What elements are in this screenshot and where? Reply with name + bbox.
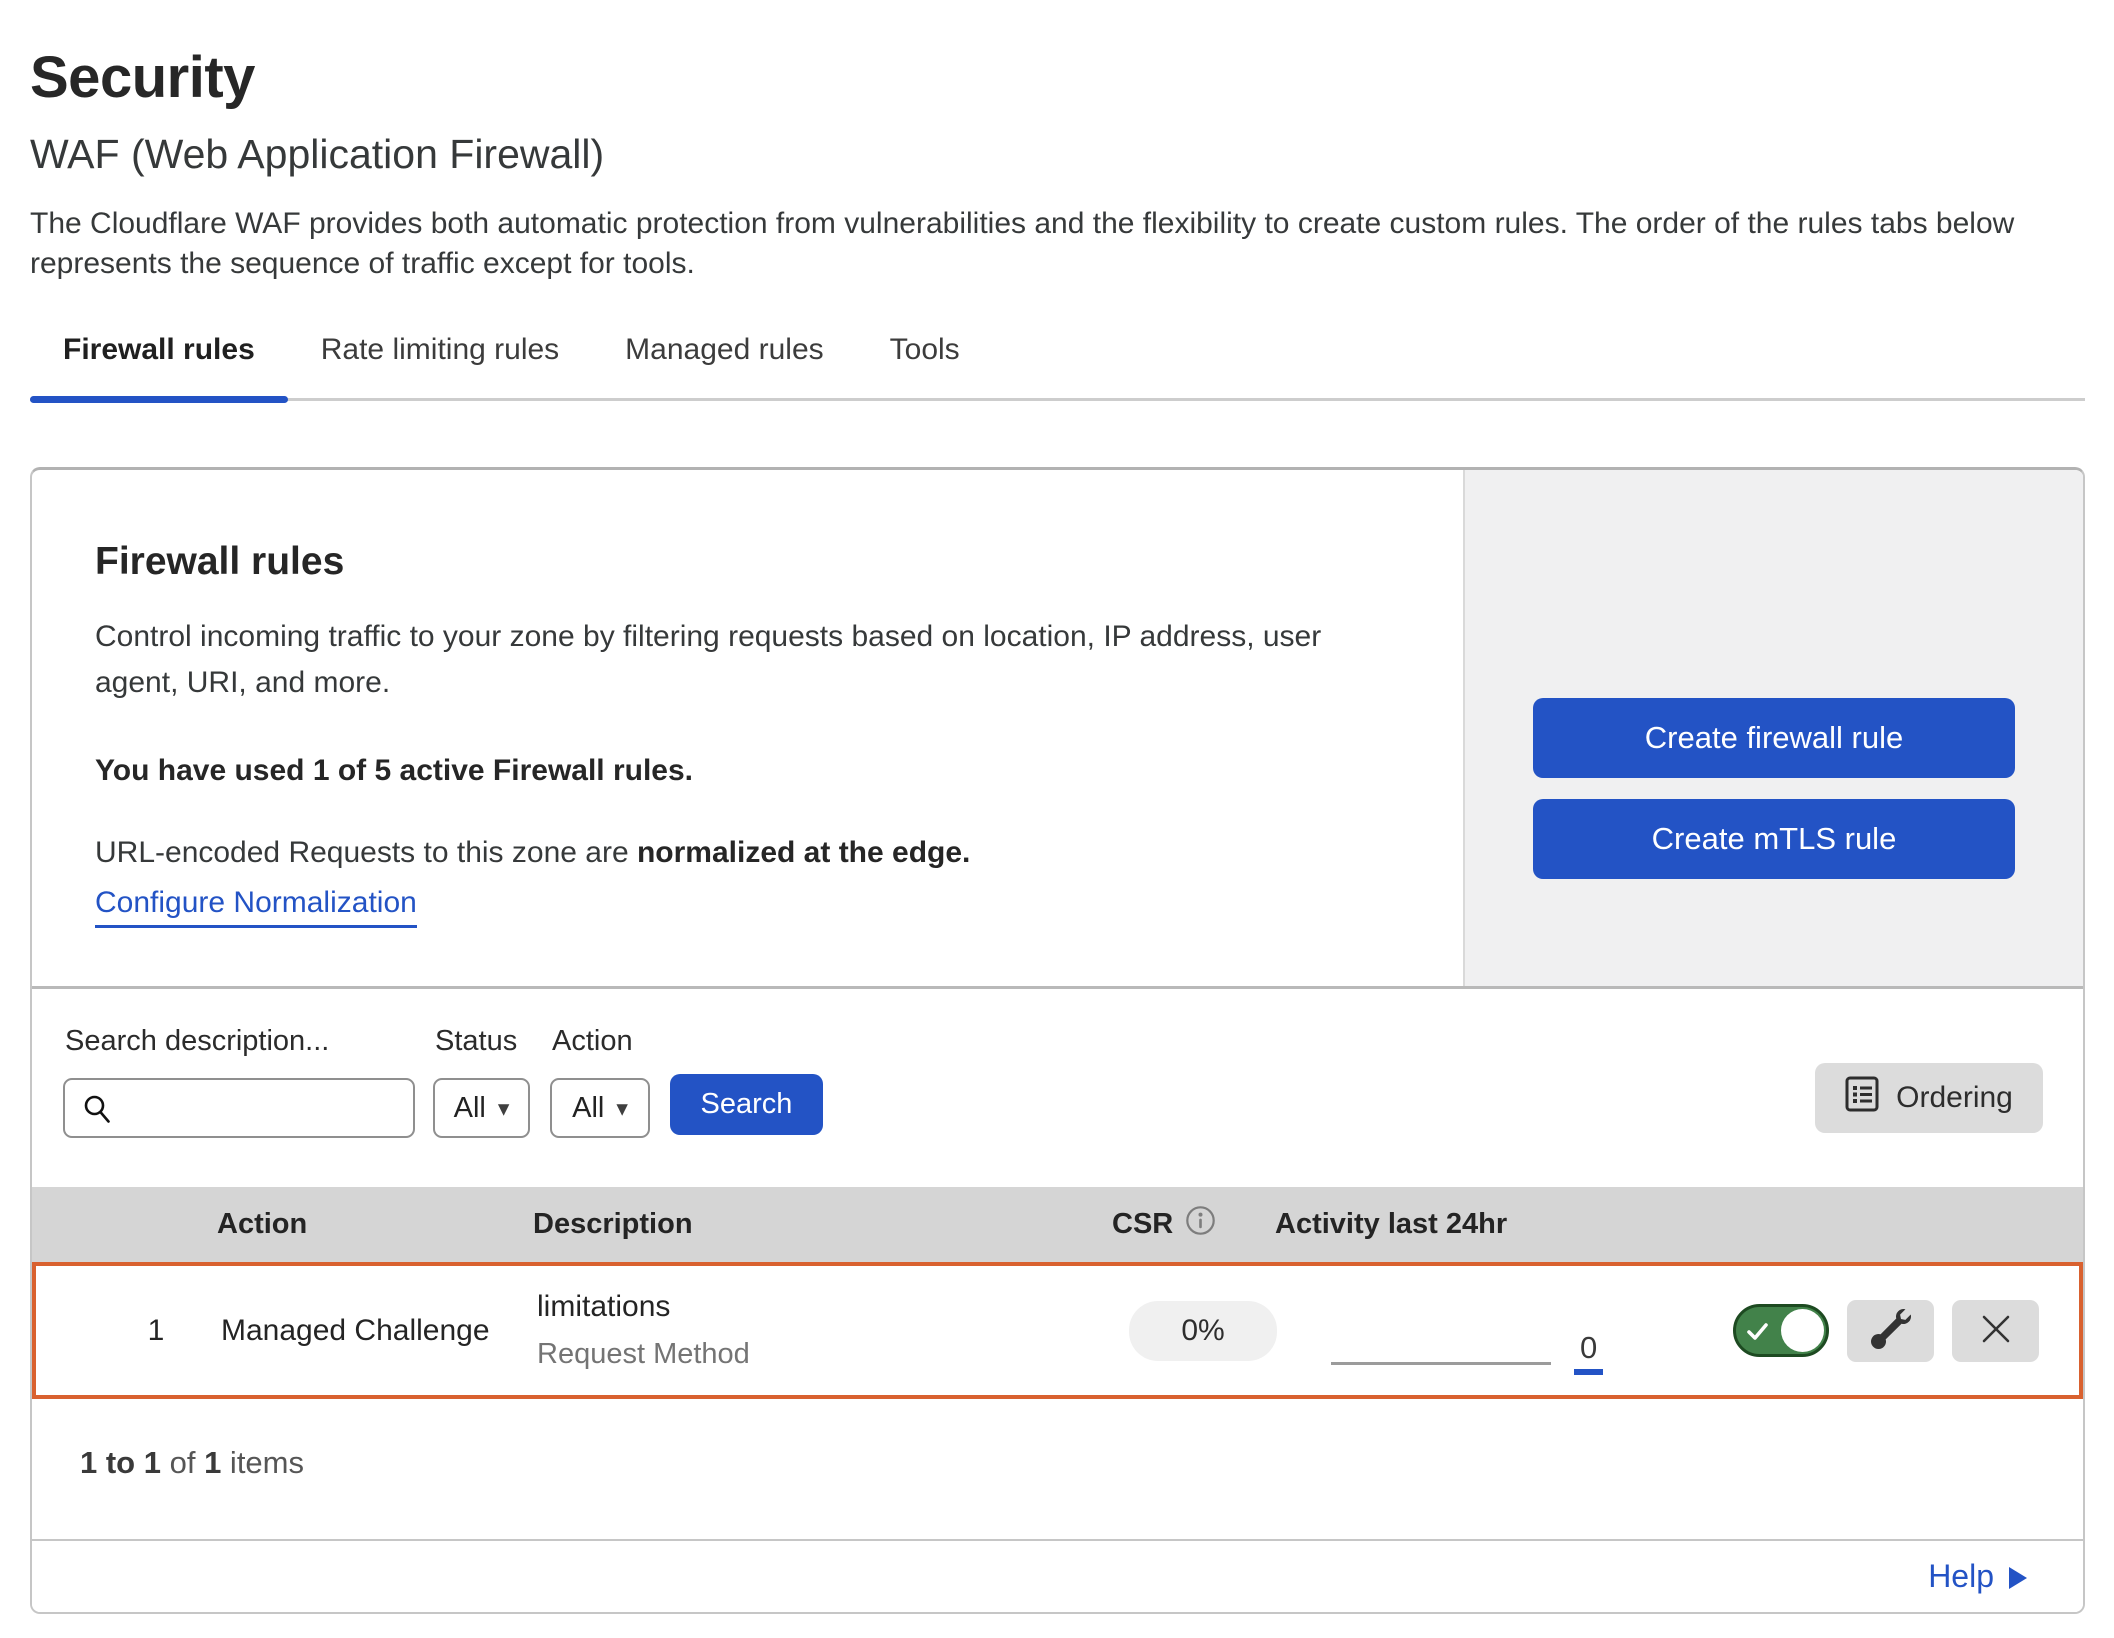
rule-enabled-toggle[interactable] bbox=[1733, 1304, 1829, 1357]
caret-down-icon: ▾ bbox=[616, 1097, 628, 1120]
status-select[interactable]: All ▾ bbox=[433, 1078, 530, 1138]
search-field-group: Search description... bbox=[63, 1025, 433, 1138]
help-link-label: Help bbox=[1928, 1558, 1994, 1595]
firewall-rules-info: Firewall rules Control incoming traffic … bbox=[32, 470, 1463, 986]
items-suffix: items bbox=[221, 1445, 304, 1480]
check-icon bbox=[1745, 1319, 1771, 1345]
rule-expression: Request Method bbox=[537, 1338, 1103, 1371]
tab-tools[interactable]: Tools bbox=[857, 332, 993, 398]
ordering-button-label: Ordering bbox=[1896, 1081, 2013, 1115]
rule-action: Managed Challenge bbox=[221, 1314, 537, 1348]
column-header-description: Description bbox=[533, 1208, 1099, 1241]
edit-rule-button[interactable] bbox=[1847, 1300, 1934, 1362]
rule-description-cell: limitations Request Method bbox=[537, 1290, 1103, 1371]
items-of: of bbox=[161, 1445, 204, 1480]
create-mtls-rule-button[interactable]: Create mTLS rule bbox=[1533, 799, 2015, 879]
card-heading: Firewall rules bbox=[95, 540, 1403, 584]
action-select[interactable]: All ▾ bbox=[550, 1078, 650, 1138]
action-label: Action bbox=[552, 1025, 670, 1058]
delete-rule-button[interactable] bbox=[1952, 1300, 2039, 1362]
action-select-value: All bbox=[572, 1092, 604, 1125]
tab-managed-rules[interactable]: Managed rules bbox=[592, 332, 856, 398]
column-header-csr: CSR bbox=[1099, 1205, 1275, 1244]
rule-activity-cell: 0 bbox=[1279, 1266, 1659, 1395]
normalization-text-plain: URL-encoded Requests to this zone are bbox=[95, 836, 637, 869]
pagination-summary: 1 to 1 of 1 items bbox=[32, 1399, 2083, 1541]
rules-table-header: Action Description CSR Activity last 24h… bbox=[32, 1187, 2083, 1262]
rule-priority: 1 bbox=[36, 1314, 221, 1348]
help-arrow-icon bbox=[2009, 1567, 2027, 1589]
firewall-rules-card: Firewall rules Control incoming traffic … bbox=[30, 467, 2085, 1614]
page-subtitle: WAF (Web Application Firewall) bbox=[30, 131, 2085, 178]
ordering-button[interactable]: Ordering bbox=[1815, 1063, 2043, 1133]
help-link[interactable]: Help bbox=[1928, 1558, 2027, 1595]
tab-firewall-rules-label: Firewall rules bbox=[63, 333, 255, 366]
search-button[interactable]: Search bbox=[670, 1074, 823, 1135]
security-waf-page: Security WAF (Web Application Firewall) … bbox=[0, 0, 2114, 1638]
caret-down-icon: ▾ bbox=[498, 1097, 510, 1120]
tab-managed-rules-label: Managed rules bbox=[625, 333, 823, 366]
toggle-knob bbox=[1781, 1309, 1824, 1352]
search-button-group: Search bbox=[670, 1025, 823, 1135]
normalization-text: URL-encoded Requests to this zone are no… bbox=[95, 836, 1403, 870]
tab-firewall-rules[interactable]: Firewall rules bbox=[30, 332, 288, 398]
rule-description: limitations bbox=[537, 1290, 1103, 1324]
activity-count-link[interactable]: 0 bbox=[1574, 1330, 1603, 1375]
rule-actions-panel: Create firewall rule Create mTLS rule bbox=[1463, 470, 2083, 986]
tab-tools-label: Tools bbox=[890, 333, 960, 366]
column-header-action: Action bbox=[217, 1208, 533, 1241]
rule-controls bbox=[1659, 1300, 2079, 1362]
page-description: The Cloudflare WAF provides both automat… bbox=[30, 204, 2050, 284]
normalization-text-bold: normalized at the edge. bbox=[637, 836, 970, 869]
firewall-rule-row[interactable]: 1 Managed Challenge limitations Request … bbox=[32, 1262, 2083, 1399]
column-header-activity: Activity last 24hr bbox=[1275, 1208, 1655, 1241]
status-select-value: All bbox=[454, 1092, 486, 1125]
search-label: Search description... bbox=[65, 1025, 433, 1058]
help-bar: Help bbox=[32, 1541, 2083, 1612]
close-icon bbox=[1979, 1312, 2013, 1349]
configure-normalization-link[interactable]: Configure Normalization bbox=[95, 886, 417, 928]
firewall-rules-summary-section: Firewall rules Control incoming traffic … bbox=[32, 470, 2083, 989]
status-filter-group: Status All ▾ bbox=[433, 1025, 550, 1138]
filter-bar: Search description... Status All ▾ bbox=[32, 989, 2083, 1187]
info-icon[interactable] bbox=[1185, 1205, 1216, 1244]
usage-text: You have used 1 of 5 active Firewall rul… bbox=[95, 754, 1403, 788]
tab-rate-limiting-rules[interactable]: Rate limiting rules bbox=[288, 332, 592, 398]
ordering-list-icon bbox=[1845, 1075, 1879, 1121]
page-title: Security bbox=[30, 44, 2085, 111]
search-input-wrap bbox=[63, 1078, 415, 1138]
create-firewall-rule-button[interactable]: Create firewall rule bbox=[1533, 698, 2015, 778]
items-range: 1 to 1 bbox=[80, 1445, 161, 1480]
rule-csr-cell: 0% bbox=[1103, 1301, 1279, 1361]
card-description: Control incoming traffic to your zone by… bbox=[95, 614, 1355, 706]
wrench-icon bbox=[1871, 1309, 1911, 1352]
status-label: Status bbox=[435, 1025, 550, 1058]
action-filter-group: Action All ▾ bbox=[550, 1025, 670, 1138]
waf-tabs-bar: Firewall rules Rate limiting rules Manag… bbox=[30, 332, 2085, 401]
tab-rate-limiting-rules-label: Rate limiting rules bbox=[321, 333, 559, 366]
search-input[interactable] bbox=[63, 1078, 415, 1138]
items-total: 1 bbox=[204, 1445, 221, 1480]
column-header-csr-label: CSR bbox=[1112, 1208, 1173, 1241]
csr-badge: 0% bbox=[1129, 1301, 1277, 1361]
activity-sparkline bbox=[1331, 1362, 1551, 1365]
